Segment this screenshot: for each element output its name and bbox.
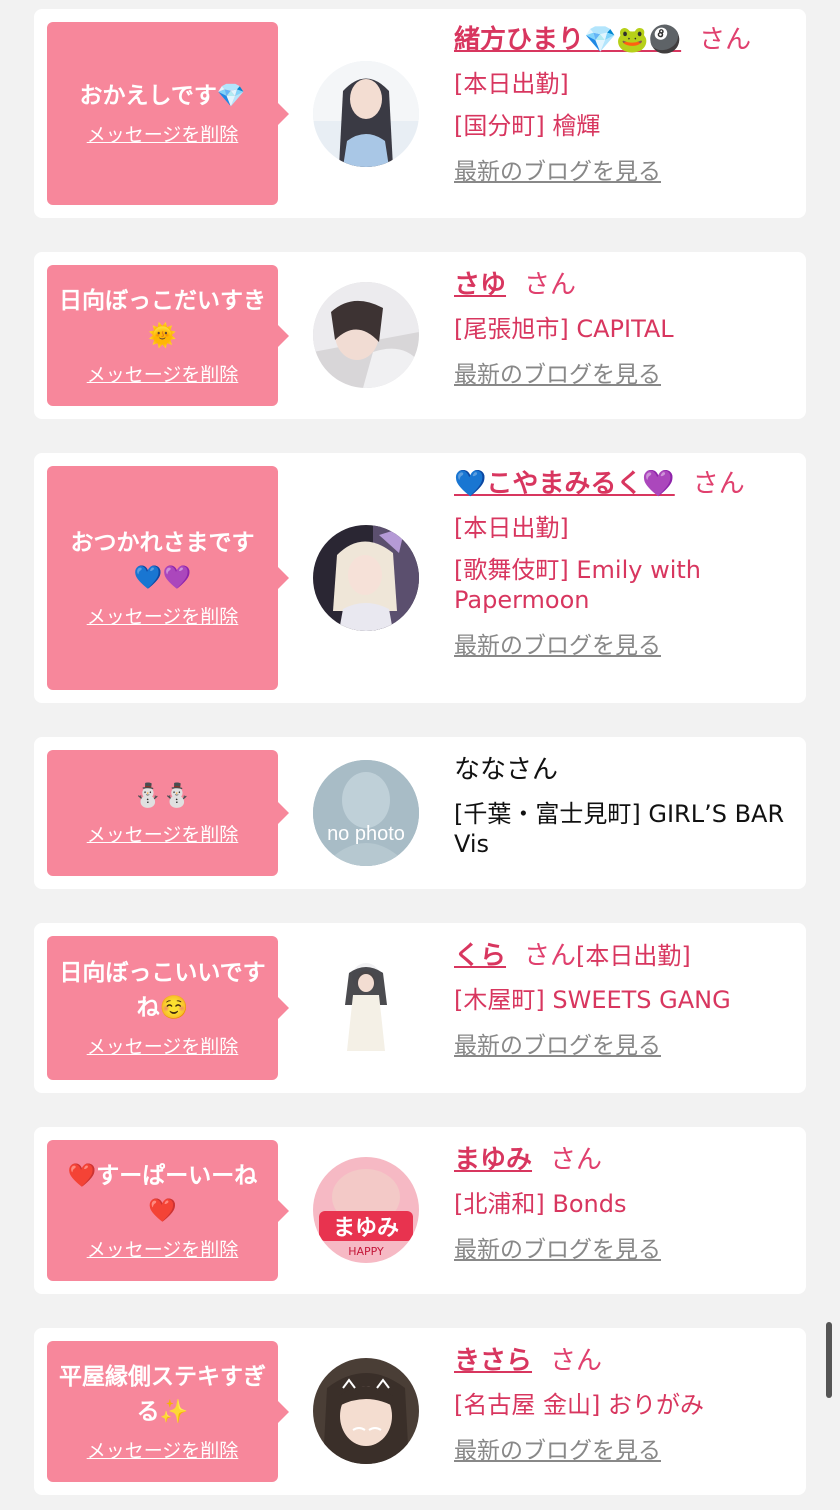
delete-message-link[interactable]: メッセージを削除 [87,604,239,630]
message-card: 日向ぼっこいいですね☺️ メッセージを削除 くら さん[本日出勤] [木屋町] S… [34,923,806,1093]
message-text: ⛄⛄ [133,782,192,809]
avatar-sub-text: HAPPY [348,1245,384,1258]
name-row: くら さん[本日出勤] [454,939,794,973]
message-bubble: おつかれさまです💙💜 メッセージを削除 [47,466,289,690]
avatar[interactable] [313,1358,419,1464]
avatar[interactable] [313,282,419,388]
name-row: 💙こやまみるく💜 さん [454,467,794,501]
blog-link[interactable]: 最新のブログを見る [454,631,794,661]
attendance-status: [本日出勤] [576,942,691,970]
sender-info: 緒方ひまり💎🐸🎱 さん [本日出勤] [国分町] 檜輝 最新のブログを見る [454,23,794,187]
avatar[interactable] [313,61,419,167]
delete-message-link[interactable]: メッセージを削除 [87,1438,239,1464]
blog-link[interactable]: 最新のブログを見る [454,1031,794,1061]
shop-info: [尾張旭市] CAPITAL [454,315,674,343]
sender-name-link[interactable]: くら [454,941,506,971]
delete-message-link[interactable]: メッセージを削除 [87,822,239,848]
message-text: おかえしです💎 [79,83,246,109]
blog-link[interactable]: 最新のブログを見る [454,1436,794,1466]
message-card: 日向ぼっこだいすき🌞 メッセージを削除 さゆ さん [尾張旭市] CAPITAL … [34,252,806,419]
message-bubble: おかえしです💎 メッセージを削除 [47,22,289,205]
message-card: ❤️すーぱーいーね❤️ メッセージを削除 まゆみ HAPPY まゆみ さん [北浦… [34,1127,806,1294]
name-row: さゆ さん [454,268,794,302]
blog-link[interactable]: 最新のブログを見る [454,157,794,187]
honorific: さん [692,469,745,499]
message-bubble: ❤️すーぱーいーね❤️ メッセージを削除 [47,1140,289,1281]
sender-info: さゆ さん [尾張旭市] CAPITAL 最新のブログを見る [454,268,794,390]
avatar[interactable]: no photo [313,760,419,866]
name-row: まゆみ さん [454,1143,794,1177]
delete-message-link[interactable]: メッセージを削除 [87,122,239,148]
sender-name-link[interactable]: 💙こやまみるく💜 [454,469,675,499]
honorific: さん [524,941,577,971]
message-bubble: 平屋縁側ステキすぎる✨ メッセージを削除 [47,1341,289,1482]
honorific: さん [524,270,577,300]
message-text: 日向ぼっこいいですね☺️ [59,960,266,1021]
message-card: 平屋縁側ステキすぎる✨ メッセージを削除 きさら さん [名古屋 金山] おりがみ… [34,1328,806,1495]
shop-info: [名古屋 金山] おりがみ [454,1391,704,1419]
attendance-status: [本日出勤] [454,514,569,542]
shop-info: [木屋町] SWEETS GANG [454,986,731,1014]
delete-message-link[interactable]: メッセージを削除 [87,1237,239,1263]
honorific: さん [550,1145,603,1175]
avatar[interactable] [313,955,419,1061]
message-text: 日向ぼっこだいすき🌞 [59,287,266,349]
sender-name-link[interactable]: きさら [454,1346,532,1376]
sender-info: くら さん[本日出勤] [木屋町] SWEETS GANG 最新のブログを見る [454,939,794,1061]
message-bubble: 日向ぼっこだいすき🌞 メッセージを削除 [47,265,289,406]
shop-info: [国分町] 檜輝 [454,112,601,140]
sender-info: きさら さん [名古屋 金山] おりがみ 最新のブログを見る [454,1344,794,1466]
name-row: きさら さん [454,1344,794,1378]
shop-info: [千葉・富士見町] GIRL’S BAR Vis [454,800,785,858]
message-card: おつかれさまです💙💜 メッセージを削除 💙こやまみるく💜 さん [本日出勤] [歌… [34,453,806,703]
honorific: さん [550,1346,603,1376]
avatar[interactable]: まゆみ HAPPY [313,1157,419,1263]
avatar-name-text: まゆみ [333,1216,399,1241]
name-row: 緒方ひまり💎🐸🎱 さん [454,23,794,57]
scrollbar[interactable] [826,1322,832,1398]
shop-info: [北浦和] Bonds [454,1190,627,1218]
message-card: ⛄⛄ メッセージを削除 no photo ななさん [千葉・富士見町] GIRL… [34,737,806,889]
message-text: ❤️すーぱーいーね❤️ [67,1162,258,1224]
shop-info: [歌舞伎町] Emily with Papermoon [454,556,701,614]
blog-link[interactable]: 最新のブログを見る [454,360,794,390]
sender-name-link[interactable]: 緒方ひまり💎🐸🎱 [454,25,681,55]
message-text: 平屋縁側ステキすぎる✨ [59,1363,266,1425]
delete-message-link[interactable]: メッセージを削除 [87,362,239,388]
message-bubble: ⛄⛄ メッセージを削除 [47,750,289,876]
sender-name-link[interactable]: まゆみ [454,1145,532,1175]
attendance-status: [本日出勤] [454,70,569,98]
sender-info: ななさん [千葉・富士見町] GIRL’S BAR Vis [454,753,794,859]
message-bubble: 日向ぼっこいいですね☺️ メッセージを削除 [47,936,289,1080]
delete-message-link[interactable]: メッセージを削除 [87,1034,239,1060]
sender-info: まゆみ さん [北浦和] Bonds 最新のブログを見る [454,1143,794,1265]
sender-name-link[interactable]: さゆ [454,270,506,300]
no-photo-text: no photo [327,823,405,845]
avatar[interactable] [313,525,419,631]
message-card: おかえしです💎 メッセージを削除 緒方ひまり💎🐸🎱 さん [本日出勤] [国分町]… [34,9,806,218]
blog-link[interactable]: 最新のブログを見る [454,1235,794,1265]
sender-info: 💙こやまみるく💜 さん [本日出勤] [歌舞伎町] Emily with Pape… [454,467,794,661]
message-text: おつかれさまです💙💜 [70,530,255,591]
honorific: さん [699,25,752,55]
sender-name-text: ななさん [454,755,559,785]
